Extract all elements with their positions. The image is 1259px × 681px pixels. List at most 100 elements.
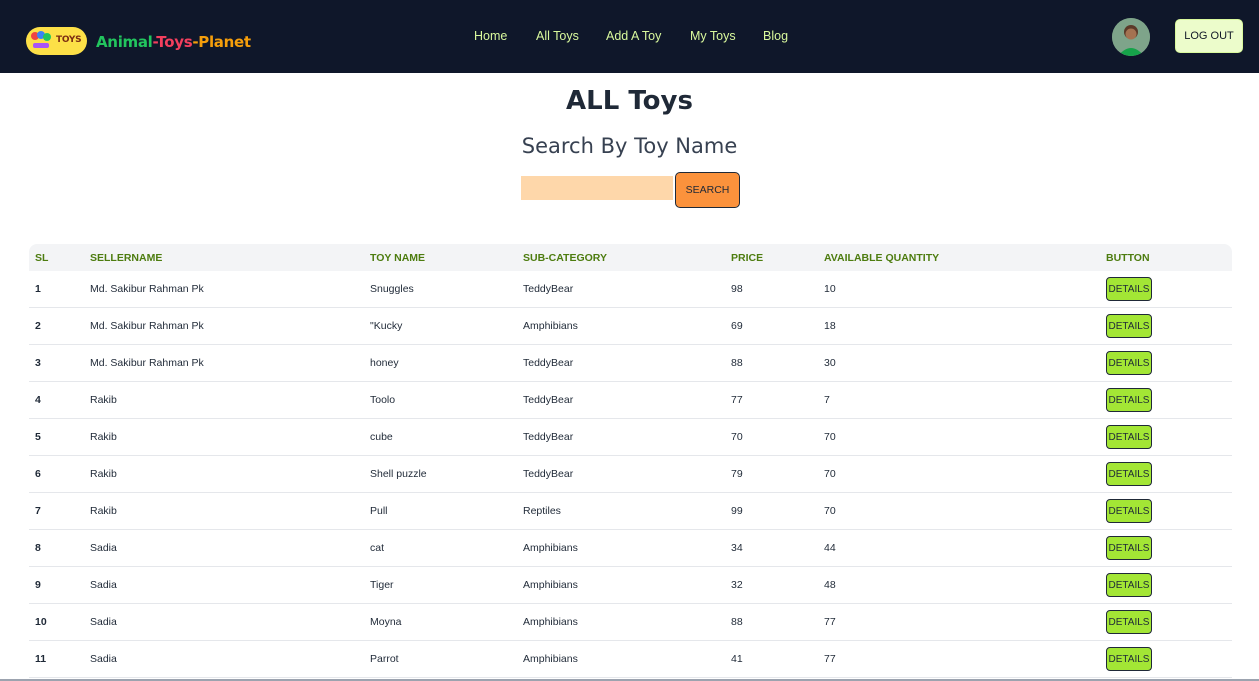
details-button[interactable]: DETAILS [1106, 425, 1152, 449]
column-header-available-quantity: AVAILABLE QUANTITY [824, 252, 940, 264]
cell-seller-name: Sadia [90, 579, 117, 591]
cell-seller-name: Sadia [90, 616, 117, 628]
details-button[interactable]: DETAILS [1106, 573, 1152, 597]
cell-toy-name: cube [370, 431, 393, 443]
table-row: 4 Rakib Toolo TeddyBear 77 7 DETAILS [29, 382, 1232, 419]
cell-available-quantity: 48 [824, 579, 836, 591]
details-button[interactable]: DETAILS [1106, 462, 1152, 486]
column-header-button: BUTTON [1106, 252, 1150, 264]
details-button[interactable]: DETAILS [1106, 351, 1152, 375]
cell-seller-name: Rakib [90, 394, 117, 406]
search-input[interactable] [521, 176, 673, 200]
cell-price: 77 [731, 394, 743, 406]
details-button[interactable]: DETAILS [1106, 388, 1152, 412]
cell-price: 88 [731, 357, 743, 369]
column-header-sub-category: SUB-CATEGORY [523, 252, 607, 264]
cell-available-quantity: 10 [824, 283, 836, 295]
cell-available-quantity: 70 [824, 431, 836, 443]
page-title: ALL Toys [566, 86, 693, 116]
cell-available-quantity: 70 [824, 505, 836, 517]
table-row: 2 Md. Sakibur Rahman Pk "Kucky Amphibians 69… [29, 308, 1232, 345]
cell-price: 32 [731, 579, 743, 591]
details-button[interactable]: DETAILS [1106, 610, 1152, 634]
nav-link-blog[interactable]: Blog [763, 29, 788, 43]
toys-table: SL SELLERNAME TOY NAME SUB-CATEGORY PRIC… [29, 244, 1232, 678]
table-row: 5 Rakib cube TeddyBear 70 70 DETAILS [29, 419, 1232, 456]
cell-sl: 10 [35, 616, 47, 628]
cell-available-quantity: 30 [824, 357, 836, 369]
cell-sl: 8 [35, 542, 41, 554]
nav-link-home[interactable]: Home [474, 29, 507, 43]
cell-toy-name: Tiger [370, 579, 394, 591]
cell-seller-name: Rakib [90, 468, 117, 480]
cell-toy-name: Shell puzzle [370, 468, 427, 480]
cell-seller-name: Sadia [90, 542, 117, 554]
cell-price: 34 [731, 542, 743, 554]
nav-menu: Home All Toys Add A Toy My Toys Blog [0, 29, 1259, 45]
cell-price: 69 [731, 320, 743, 332]
column-header-sellername: SELLERNAME [90, 252, 163, 264]
cell-available-quantity: 77 [824, 653, 836, 665]
cell-sl: 6 [35, 468, 41, 480]
cell-price: 99 [731, 505, 743, 517]
cell-available-quantity: 70 [824, 468, 836, 480]
cell-sub-category: Amphibians [523, 542, 578, 554]
user-avatar[interactable] [1112, 18, 1150, 56]
search-button[interactable]: SEARCH [675, 172, 740, 208]
cell-seller-name: Rakib [90, 505, 117, 517]
nav-link-add-a-toy[interactable]: Add A Toy [606, 29, 661, 43]
cell-price: 88 [731, 616, 743, 628]
user-photo-icon [1112, 18, 1150, 56]
cell-price: 79 [731, 468, 743, 480]
cell-sub-category: Amphibians [523, 616, 578, 628]
details-button[interactable]: DETAILS [1106, 277, 1152, 301]
cell-toy-name: cat [370, 542, 385, 554]
details-button[interactable]: DETAILS [1106, 499, 1152, 523]
cell-sub-category: Reptiles [523, 505, 561, 517]
logout-button[interactable]: LOG OUT [1175, 19, 1243, 53]
details-button[interactable]: DETAILS [1106, 647, 1152, 671]
cell-toy-name: Pull [370, 505, 388, 517]
cell-sl: 4 [35, 394, 41, 406]
search-heading: Search By Toy Name [521, 134, 738, 158]
cell-toy-name: Moyna [370, 616, 402, 628]
cell-sl: 1 [35, 283, 41, 295]
cell-price: 98 [731, 283, 743, 295]
cell-sl: 5 [35, 431, 41, 443]
cell-sub-category: Amphibians [523, 320, 578, 332]
cell-seller-name: Md. Sakibur Rahman Pk [90, 320, 204, 332]
table-header-row: SL SELLERNAME TOY NAME SUB-CATEGORY PRIC… [29, 244, 1232, 271]
details-button[interactable]: DETAILS [1106, 314, 1152, 338]
cell-sub-category: TeddyBear [523, 357, 574, 369]
cell-sub-category: TeddyBear [523, 431, 574, 443]
details-button[interactable]: DETAILS [1106, 536, 1152, 560]
table-row: 1 Md. Sakibur Rahman Pk Snuggles TeddyBear 9… [29, 271, 1232, 308]
cell-toy-name: "Kucky [370, 320, 403, 332]
column-header-price: PRICE [731, 252, 764, 264]
cell-toy-name: Parrot [370, 653, 399, 665]
cell-available-quantity: 77 [824, 616, 836, 628]
cell-available-quantity: 7 [824, 394, 830, 406]
navbar: TOYS Animal-Toys-Planet Home All Toys Ad… [0, 0, 1259, 73]
cell-sl: 11 [35, 653, 47, 665]
cell-price: 41 [731, 653, 743, 665]
cell-sub-category: Amphibians [523, 579, 578, 591]
cell-seller-name: Md. Sakibur Rahman Pk [90, 357, 204, 369]
cell-sub-category: TeddyBear [523, 468, 574, 480]
cell-toy-name: honey [370, 357, 399, 369]
nav-link-all-toys[interactable]: All Toys [536, 29, 579, 43]
cell-toy-name: Toolo [370, 394, 396, 406]
cell-sub-category: TeddyBear [523, 283, 574, 295]
cell-seller-name: Sadia [90, 653, 117, 665]
cell-sl: 2 [35, 320, 41, 332]
table-row: 9 Sadia Tiger Amphibians 32 48 DETAILS [29, 567, 1232, 604]
table-row: 3 Md. Sakibur Rahman Pk honey TeddyBear 88 30… [29, 345, 1232, 382]
cell-available-quantity: 44 [824, 542, 836, 554]
cell-price: 70 [731, 431, 743, 443]
table-row: 11 Sadia Parrot Amphibians 41 77 DETAILS [29, 641, 1232, 678]
cell-seller-name: Md. Sakibur Rahman Pk [90, 283, 204, 295]
table-row: 6 Rakib Shell puzzle TeddyBear 79 70 DETAILS [29, 456, 1232, 493]
table-row: 7 Rakib Pull Reptiles 99 70 DETAILS [29, 493, 1232, 530]
nav-link-my-toys[interactable]: My Toys [690, 29, 736, 43]
cell-sub-category: Amphibians [523, 653, 578, 665]
